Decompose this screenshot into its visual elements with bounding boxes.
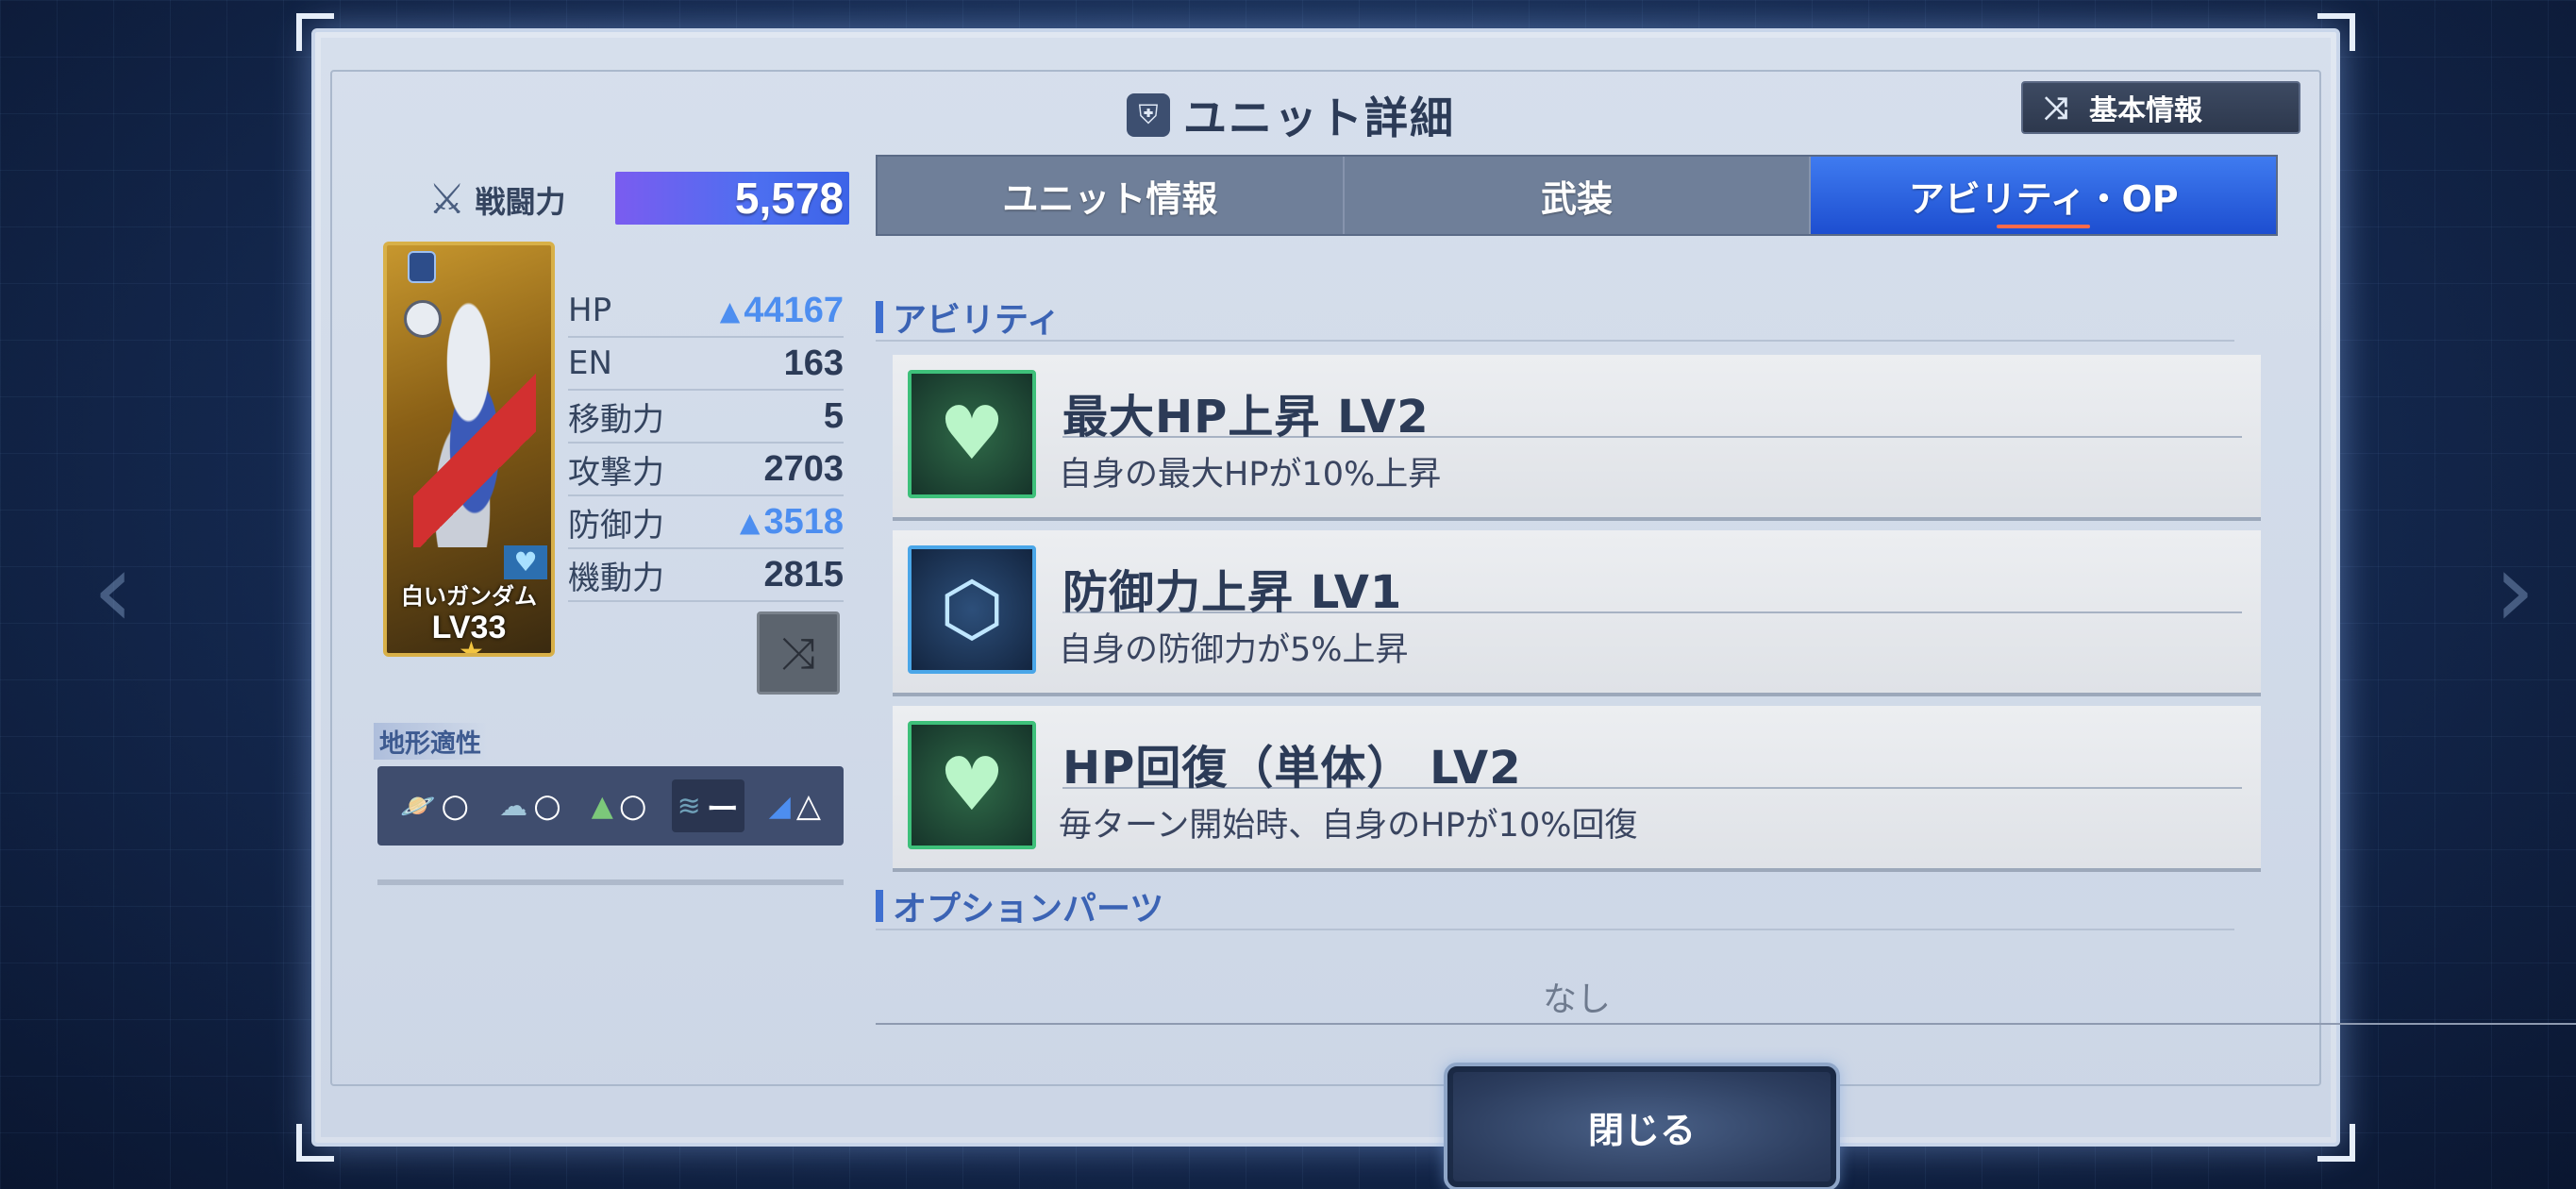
ability-desc: 自身の防御力が5%上昇 xyxy=(1059,631,1409,669)
stat-row-move: 移動力 5 xyxy=(568,391,844,444)
random-switch-button[interactable]: ⤨ xyxy=(757,611,840,695)
terrain-space: 🪐 ○ xyxy=(394,779,475,832)
space-icon: 🪐 xyxy=(400,789,436,823)
stat-value: 44167 xyxy=(744,290,844,330)
terrain-air: ☁ ○ xyxy=(493,779,567,832)
corner-decoration xyxy=(2317,1124,2355,1162)
ability-name: HP回復（単体） LV2 xyxy=(1062,730,2242,795)
tab-unit-info[interactable]: ユニット情報 xyxy=(878,157,1343,234)
basic-info-label: 基本情報 xyxy=(2089,94,2202,127)
next-arrow-icon[interactable]: › xyxy=(2482,538,2548,642)
abilities-section-header: アビリティ xyxy=(876,294,2234,342)
page-title: ユニット詳細 xyxy=(1183,92,1455,143)
stat-row-defense: 防御力 ▲ 3518 xyxy=(568,496,844,549)
stat-label: HP xyxy=(568,292,612,329)
corner-decoration xyxy=(296,13,334,51)
shuffle-icon: ⤨ xyxy=(2044,89,2068,126)
shuffle-icon: ⤨ xyxy=(780,628,816,678)
power-value: 5,578 xyxy=(734,174,844,223)
heart-icon: ♥ xyxy=(908,370,1036,498)
ability-desc: 自身の最大HPが10%上昇 xyxy=(1059,456,1442,494)
ability-item: ♥ HP回復（単体） LV2 毎ターン開始時、自身のHPが10%回復 xyxy=(893,706,2261,872)
unit-detail-dialog: ⛨ ユニット詳細 ⤨ 基本情報 ⚔ 戦闘力 5,578 ♥ 白いガンダム LV3… xyxy=(296,13,2576,1189)
corner-decoration xyxy=(296,1124,334,1162)
section-title: アビリティ xyxy=(893,301,1061,340)
tab-ability-op[interactable]: アビリティ・OP xyxy=(1809,157,2277,234)
unit-card[interactable]: ♥ 白いガンダム LV33 ★ xyxy=(383,242,555,657)
sea-icon: ≋ xyxy=(677,789,701,823)
dialog-header: ⛨ ユニット詳細 xyxy=(1127,77,1455,153)
air-icon: ☁ xyxy=(499,789,528,823)
divider xyxy=(377,879,844,885)
stat-value: 2703 xyxy=(763,448,844,489)
stat-value: 2815 xyxy=(763,554,844,594)
ability-op-content: アビリティ ♥ 最大HP上昇 LV2 自身の最大HPが10%上昇 ⬡ 防御力上昇… xyxy=(876,249,2278,1019)
ability-item: ♥ 最大HP上昇 LV2 自身の最大HPが10%上昇 xyxy=(893,355,2261,521)
terrain-underwater: ◢ △ xyxy=(763,779,827,832)
stat-label: 移動力 xyxy=(568,400,664,439)
rank-badge-icon xyxy=(408,251,436,283)
prev-arrow-icon[interactable]: ‹ xyxy=(80,538,146,642)
terrain-grade: ○ xyxy=(533,787,561,825)
stat-label: 防御力 xyxy=(568,506,664,544)
terrain-grade: ○ xyxy=(441,787,470,825)
terrain-label: 地形適性 xyxy=(374,723,487,760)
close-button-label: 閉じる xyxy=(1587,1109,1696,1151)
power-bar: 5,578 xyxy=(615,172,849,225)
terrain-grade: ○ xyxy=(618,787,647,825)
stats-list: HP ▲ 44167 EN 163 移動力 5 攻撃力 2703 防御力 ▲ 351… xyxy=(568,285,844,602)
boost-arrow-icon: ▲ xyxy=(739,506,761,538)
power-label-group: ⚔ 戦闘力 xyxy=(428,176,565,224)
section-title: オプションパーツ xyxy=(893,890,1164,929)
boost-arrow-icon: ▲ xyxy=(719,294,741,327)
stat-value: 3518 xyxy=(763,501,844,542)
section-marker xyxy=(876,301,883,333)
stat-label: 機動力 xyxy=(568,559,664,597)
corner-decoration xyxy=(2317,13,2355,51)
terrain-grade: ー xyxy=(706,790,739,829)
terrain-sea: ≋ ー xyxy=(671,779,744,832)
options-empty-text: なし xyxy=(1542,980,1611,1019)
unit-name: 白いガンダム xyxy=(401,583,537,610)
tab-bar: ユニット情報 武装 アビリティ・OP xyxy=(876,155,2278,236)
ability-item: ⬡ 防御力上昇 LV1 自身の防御力が5%上昇 xyxy=(893,530,2261,696)
options-section-header: オプションパーツ xyxy=(876,883,2234,930)
ability-name: 最大HP上昇 LV2 xyxy=(1062,379,2242,444)
terrain-adaptation-panel: 🪐 ○ ☁ ○ ▲ ○ ≋ ー ◢ △ xyxy=(377,766,844,846)
star-icon: ★ xyxy=(459,636,484,657)
tab-weapons[interactable]: 武装 xyxy=(1342,157,1810,234)
stat-row-mobility: 機動力 2815 xyxy=(568,549,844,602)
power-label: 戦闘力 xyxy=(475,183,566,220)
emblem-icon: ⛨ xyxy=(1127,93,1170,137)
ability-desc: 毎ターン開始時、自身のHPが10%回復 xyxy=(1059,807,1638,845)
stat-row-en: EN 163 xyxy=(568,338,844,391)
section-marker xyxy=(876,890,883,922)
heart-badge-icon: ♥ xyxy=(504,545,547,579)
sparkle-heart-icon: ♥ xyxy=(908,721,1036,849)
stat-value: 5 xyxy=(823,395,844,436)
basic-info-button[interactable]: ⤨ 基本情報 xyxy=(2021,81,2300,134)
shield-icon: ⬡ xyxy=(908,545,1036,674)
terrain-grade: △ xyxy=(795,787,821,825)
stat-row-attack: 攻撃力 2703 xyxy=(568,444,844,496)
ground-icon: ▲ xyxy=(591,789,613,823)
stat-value: 163 xyxy=(783,343,844,383)
terrain-ground: ▲ ○ xyxy=(586,779,653,832)
unit-type-icon xyxy=(404,300,442,338)
underwater-icon: ◢ xyxy=(768,789,791,823)
divider xyxy=(876,1023,2576,1025)
stat-label: EN xyxy=(568,344,612,382)
stat-label: 攻撃力 xyxy=(568,453,664,492)
stat-row-hp: HP ▲ 44167 xyxy=(568,285,844,338)
crossed-swords-icon: ⚔ xyxy=(428,176,466,224)
ability-name: 防御力上昇 LV1 xyxy=(1062,555,2242,619)
close-button[interactable]: 閉じる xyxy=(1444,1063,1840,1189)
